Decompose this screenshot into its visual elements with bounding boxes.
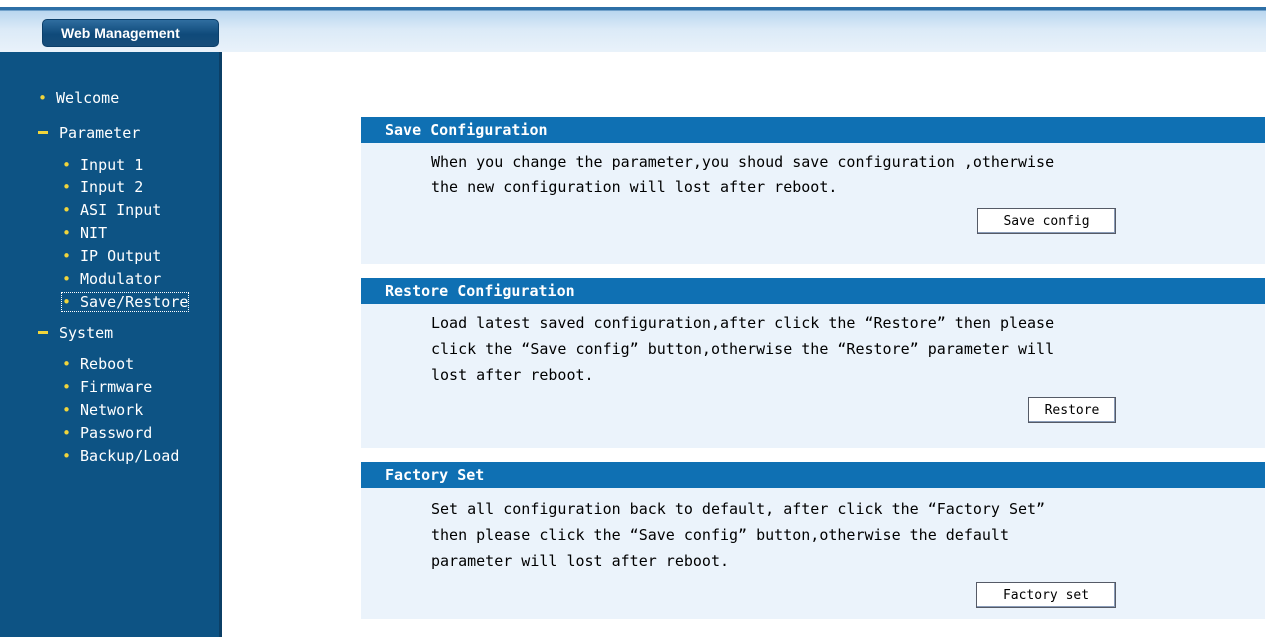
panel-title: Factory Set	[361, 462, 1265, 488]
sidebar-item-label: Welcome	[56, 89, 120, 107]
bullet-icon: •	[62, 178, 72, 196]
collapse-dash-icon	[38, 330, 48, 334]
sidebar-item-label: IP Output	[80, 247, 162, 265]
panel-text-line: the new configuration will lost after re…	[431, 178, 838, 196]
restore-button[interactable]: Restore	[1028, 397, 1116, 423]
save-config-button[interactable]: Save config	[977, 208, 1116, 234]
sidebar-item-backup-load[interactable]: • Backup/Load	[62, 447, 179, 465]
panel-text-line: Load latest saved configuration,after cl…	[431, 314, 1055, 332]
sidebar-section-parameter[interactable]: Parameter	[38, 124, 140, 142]
bullet-icon: •	[62, 156, 72, 174]
restore-configuration-panel: Restore Configuration Load latest saved …	[361, 278, 1265, 448]
bullet-icon: •	[62, 378, 72, 396]
top-strip	[0, 0, 1266, 7]
panel-text-line: parameter will lost after reboot.	[431, 552, 730, 570]
sidebar-item-label: Firmware	[80, 378, 153, 396]
sidebar: • Welcome Parameter • Input 1 • Input 2 • AS…	[0, 52, 222, 637]
bullet-icon: •	[62, 355, 72, 373]
panel-text-line: Set all configuration back to default, a…	[431, 500, 1046, 518]
panel-text-line: lost after reboot.	[431, 366, 594, 384]
bullet-icon: •	[62, 424, 72, 442]
bullet-icon: •	[62, 247, 72, 265]
sidebar-item-label: Input 2	[80, 178, 144, 196]
sidebar-item-firmware[interactable]: • Firmware	[62, 378, 152, 396]
collapse-dash-icon	[38, 130, 48, 134]
sidebar-item-label: Reboot	[80, 355, 135, 373]
bullet-icon: •	[62, 401, 72, 419]
sidebar-item-input-1[interactable]: • Input 1	[62, 156, 143, 174]
bullet-icon: •	[38, 89, 48, 107]
factory-set-button[interactable]: Factory set	[976, 582, 1116, 608]
sidebar-item-label: Network	[80, 401, 144, 419]
sidebar-item-welcome[interactable]: • Welcome	[38, 89, 119, 107]
sidebar-item-label: Backup/Load	[80, 447, 180, 465]
panel-title: Restore Configuration	[361, 278, 1265, 304]
sidebar-item-reboot[interactable]: • Reboot	[62, 355, 134, 373]
sidebar-item-ip-output[interactable]: • IP Output	[62, 247, 161, 265]
panel-text-line: then please click the “Save config” butt…	[431, 526, 1009, 544]
sidebar-item-label: Input 1	[80, 156, 144, 174]
web-management-tab-label: Web Management	[61, 25, 180, 41]
save-configuration-panel: Save Configuration When you change the p…	[361, 117, 1265, 264]
sidebar-item-label: Password	[80, 424, 153, 442]
sidebar-item-asi-input[interactable]: • ASI Input	[62, 201, 161, 219]
sidebar-item-input-2[interactable]: • Input 2	[62, 178, 143, 196]
sidebar-item-label: NIT	[80, 224, 108, 242]
bullet-icon: •	[62, 270, 72, 288]
header-bar: Web Management	[0, 7, 1266, 52]
sidebar-item-label: ASI Input	[80, 201, 162, 219]
sidebar-section-label: Parameter	[59, 124, 141, 142]
panel-title: Save Configuration	[361, 117, 1265, 143]
bullet-icon: •	[62, 293, 72, 311]
sidebar-section-system[interactable]: System	[38, 324, 113, 342]
sidebar-item-label: Save/Restore	[80, 293, 189, 311]
bullet-icon: •	[62, 447, 72, 465]
sidebar-section-label: System	[59, 324, 114, 342]
bullet-icon: •	[62, 224, 72, 242]
sidebar-item-label: Modulator	[80, 270, 162, 288]
web-management-tab[interactable]: Web Management	[42, 19, 219, 47]
sidebar-item-save-restore[interactable]: • Save/Restore	[60, 292, 190, 312]
sidebar-item-modulator[interactable]: • Modulator	[62, 270, 161, 288]
bullet-icon: •	[62, 201, 72, 219]
sidebar-item-nit[interactable]: • NIT	[62, 224, 107, 242]
factory-set-panel: Factory Set Set all configuration back t…	[361, 462, 1265, 619]
sidebar-item-password[interactable]: • Password	[62, 424, 152, 442]
panel-text-line: click the “Save config” button,otherwise…	[431, 340, 1055, 358]
panel-text-line: When you change the parameter,you shoud …	[431, 153, 1055, 171]
sidebar-item-network[interactable]: • Network	[62, 401, 143, 419]
